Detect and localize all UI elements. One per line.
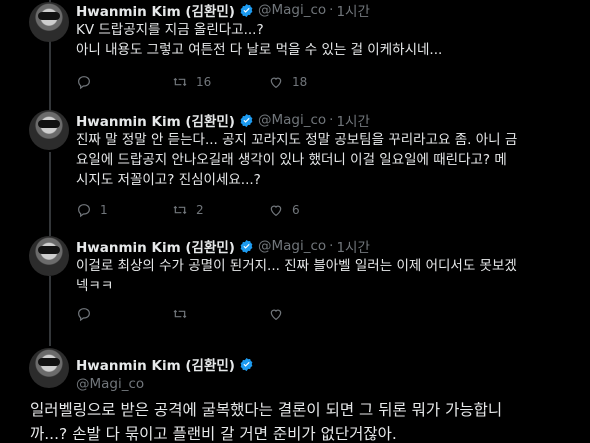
tweet-actions (76, 302, 574, 326)
tweet-text: KV 드랍공지를 지금 올린다고...? 아니 내용도 그렇고 여튼전 다 날로… (76, 22, 443, 58)
like-button[interactable] (268, 306, 364, 322)
author-handle[interactable]: @Magi_co (258, 112, 326, 128)
separator-dot: · (329, 238, 334, 254)
main-tweet-text: 일러벨링으로 받은 공격에 굴복했다는 결론이 되면 그 뒤론 뭐가 가능합니 … (30, 401, 503, 443)
tweet-header: Hwanmin Kim (김환민) @Magi_co · 1시간 (76, 110, 574, 130)
like-icon (270, 309, 282, 321)
timestamp[interactable]: 1시간 (336, 236, 369, 256)
like-button[interactable]: 6 (268, 202, 364, 218)
author-handle[interactable]: @Magi_co (76, 376, 258, 392)
retweet-icon (173, 77, 187, 87)
timestamp[interactable]: 1시간 (336, 110, 369, 130)
author-name[interactable]: Hwanmin Kim (김환민) (76, 110, 235, 130)
avatar[interactable] (29, 348, 69, 388)
author-name[interactable]: Hwanmin Kim (김환민) (76, 236, 235, 256)
reply-button[interactable] (76, 74, 172, 90)
tweet-text: 진짜 말 정말 안 듣는다... 공지 꼬라지도 정말 공보팀을 꾸리라고요 좀… (76, 132, 518, 188)
timeline: Hwanmin Kim (김환민) @Magi_co · 1시간 KV 드랍공지… (0, 0, 590, 443)
reply-icon (78, 308, 90, 322)
retweet-icon (173, 205, 187, 215)
reply-button[interactable]: 1 (76, 202, 172, 218)
separator-dot: · (329, 2, 334, 18)
reply-icon (78, 204, 90, 218)
tweet-text: 이걸로 최상의 수가 공멸이 된거지... 진짜 블아벨 일러는 이제 어디서도… (76, 258, 517, 294)
author-name[interactable]: Hwanmin Kim (김환민) (76, 354, 235, 374)
tweet-actions: 1 2 6 (76, 198, 574, 222)
retweet-icon (173, 309, 187, 319)
tweet[interactable]: Hwanmin Kim (김환민) @Magi_co · 1시간 이걸로 최상의… (0, 236, 590, 326)
verified-icon (240, 239, 253, 253)
reply-button[interactable] (76, 306, 172, 322)
verified-icon (240, 3, 253, 17)
tweet[interactable]: Hwanmin Kim (김환민) @Magi_co · 1시간 KV 드랍공지… (0, 0, 590, 94)
verified-icon (240, 113, 253, 127)
timestamp[interactable]: 1시간 (336, 0, 369, 20)
main-tweet-header: Hwanmin Kim (김환민) @Magi_co (76, 354, 258, 392)
tweet-header: Hwanmin Kim (김환민) @Magi_co · 1시간 (76, 236, 574, 256)
author-name[interactable]: Hwanmin Kim (김환민) (76, 0, 235, 20)
like-icon (270, 205, 282, 217)
reply-icon (78, 76, 90, 90)
author-handle[interactable]: @Magi_co (258, 2, 326, 18)
separator-dot: · (329, 112, 334, 128)
verified-icon (240, 357, 253, 371)
retweet-button[interactable]: 16 (172, 74, 268, 90)
retweet-button[interactable]: 2 (172, 202, 268, 218)
retweet-button[interactable] (172, 306, 268, 322)
author-handle[interactable]: @Magi_co (258, 238, 326, 254)
tweet-header: Hwanmin Kim (김환민) @Magi_co · 1시간 (76, 0, 574, 20)
like-button[interactable]: 18 (268, 74, 364, 90)
tweet-actions: 16 18 (76, 70, 574, 94)
tweet[interactable]: Hwanmin Kim (김환민) @Magi_co · 1시간 진짜 말 정말… (0, 110, 590, 222)
like-icon (270, 77, 282, 89)
